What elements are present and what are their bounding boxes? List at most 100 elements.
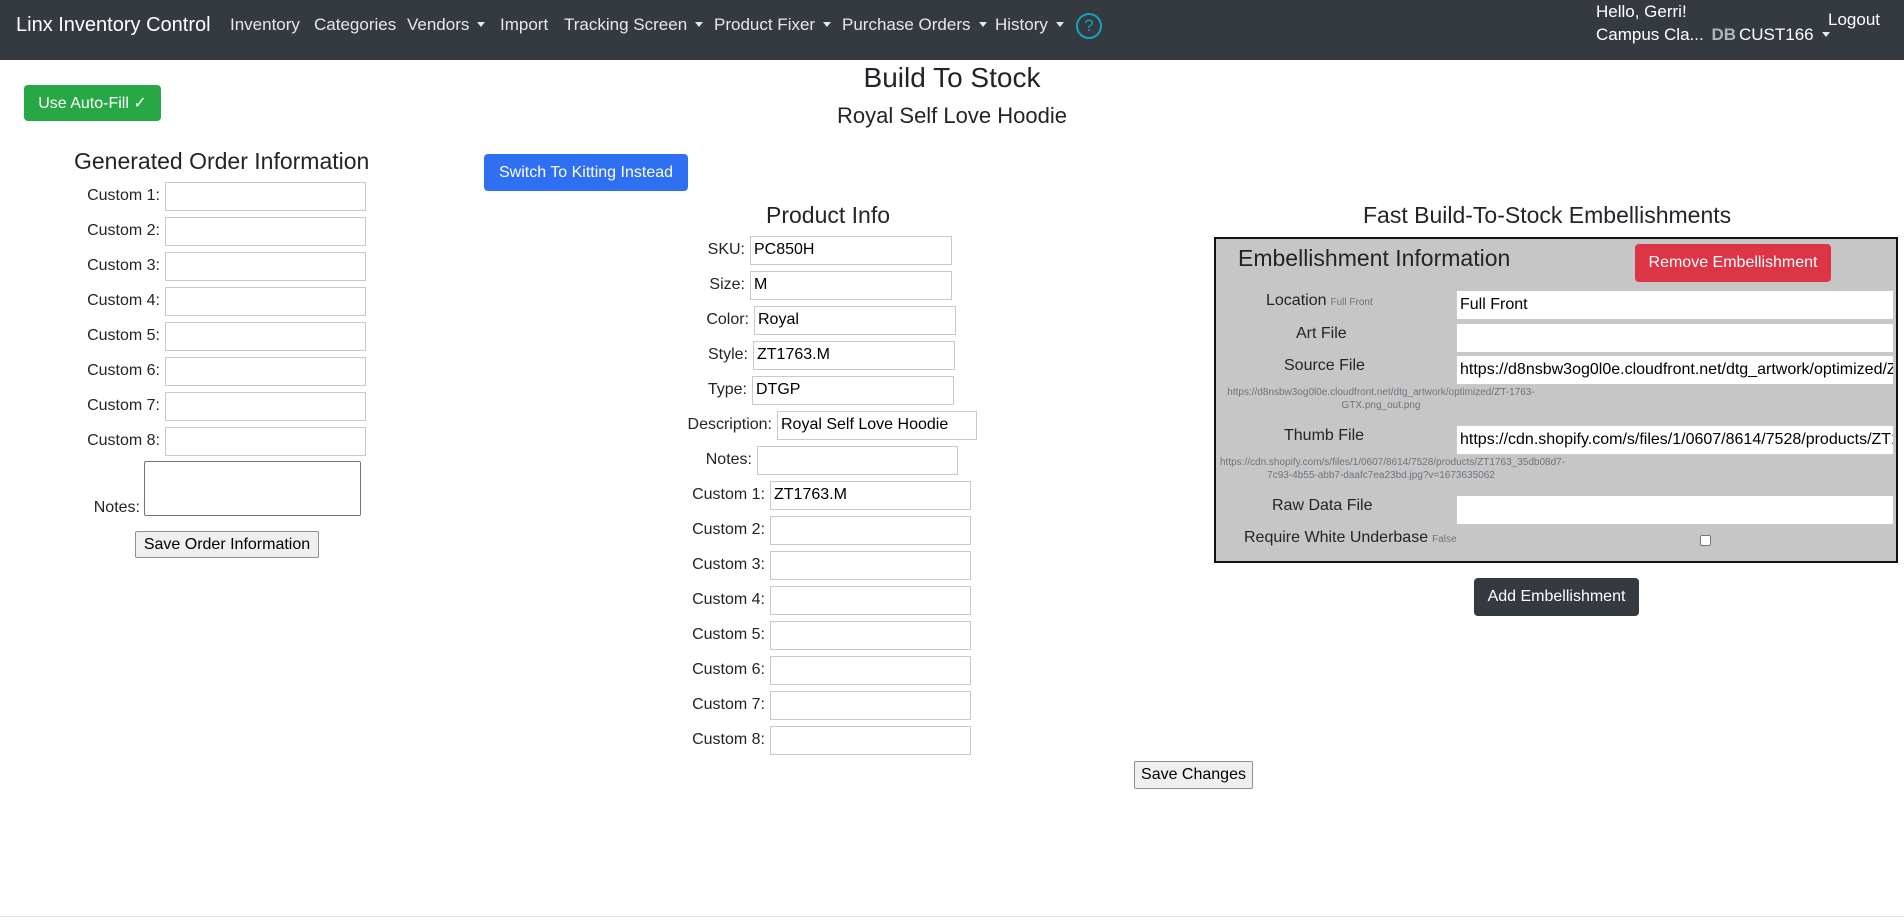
location-label-text: Location [1266, 292, 1327, 309]
save-changes-button[interactable]: Save Changes [1134, 761, 1253, 789]
product-field-label: Custom 3: [692, 556, 765, 573]
product-field-input[interactable]: DTGP [752, 376, 954, 405]
nav-categories[interactable]: Categories [314, 15, 396, 35]
product-field-row: Custom 2: [0, 516, 1000, 546]
product-field-row: Color: Royal [0, 306, 1000, 336]
order-info-title: Generated Order Information [74, 148, 370, 174]
product-field-label: Style: [707, 346, 748, 363]
nav-import[interactable]: Import [500, 15, 548, 35]
product-field-row: Custom 8: [0, 726, 1000, 756]
art-file-input[interactable] [1456, 323, 1894, 353]
product-field-input[interactable] [770, 726, 971, 755]
page-subtitle: Royal Self Love Hoodie [837, 103, 1067, 128]
product-field-row: Custom 7: [0, 691, 1000, 721]
raw-data-file-input[interactable] [1456, 495, 1894, 525]
nav-categories-label: Categories [314, 15, 397, 34]
product-field-row: Custom 5: [0, 621, 1000, 651]
use-autofill-button[interactable]: Use Auto-Fill ✓ [24, 85, 161, 121]
product-field-input[interactable] [770, 656, 971, 685]
product-field-label: Size: [709, 276, 745, 293]
nav-history-dropdown[interactable]: History [995, 15, 1064, 35]
location-input[interactable]: Full Front [1456, 290, 1894, 320]
switch-to-kitting-button[interactable]: Switch To Kitting Instead [484, 154, 688, 191]
product-field-row: Description: Royal Self Love Hoodie [0, 411, 1000, 441]
product-field-label: Custom 8: [692, 731, 765, 748]
nav-vendors-label: Vendors [407, 15, 470, 34]
nav-purchase-orders-dropdown[interactable]: Purchase Orders [842, 15, 987, 35]
help-icon[interactable]: ? [1076, 13, 1102, 39]
white-underbase-current-value: False [1432, 534, 1457, 545]
product-field-input[interactable] [770, 516, 971, 545]
thumb-file-label: Thumb File [1284, 427, 1365, 444]
source-file-input[interactable]: https://d8nsbw3og0l0e.cloudfront.net/dtg… [1456, 355, 1894, 385]
caret-down-icon [823, 22, 832, 27]
embellishments-title: Fast Build-To-Stock Embellishments [1363, 202, 1732, 228]
product-field-row: Type: DTGP [0, 376, 1000, 406]
nav-inventory[interactable]: Inventory [230, 15, 300, 35]
white-underbase-label: Require White Underbase False [1244, 529, 1457, 547]
product-field-label: Notes: [705, 451, 752, 468]
page-title: Build To Stock [863, 62, 1041, 93]
nav-inventory-label: Inventory [230, 15, 300, 34]
top-navbar: Linx Inventory Control Inventory Categor… [0, 0, 1904, 60]
nav-product-fixer-label: Product Fixer [714, 15, 816, 34]
product-field-label: Custom 7: [692, 696, 765, 713]
product-field-input[interactable] [757, 446, 958, 475]
product-field-label: SKU: [707, 241, 745, 258]
thumb-file-input[interactable]: https://cdn.shopify.com/s/files/1/0607/8… [1456, 425, 1894, 455]
order-custom-row: Custom 1: [0, 182, 400, 212]
product-field-input[interactable]: Royal Self Love Hoodie [777, 411, 977, 440]
product-field-input[interactable] [770, 621, 971, 650]
footer-divider [0, 916, 1904, 917]
product-field-input[interactable]: M [750, 271, 952, 300]
product-field-input[interactable]: ZT1763.M [770, 481, 971, 510]
raw-data-file-label: Raw Data File [1272, 497, 1373, 514]
caret-down-icon [978, 22, 987, 27]
nav-history-label: History [995, 15, 1048, 34]
location-current-value: Full Front [1330, 297, 1373, 308]
product-field-label: Color: [706, 311, 749, 328]
add-embellishment-button[interactable]: Add Embellishment [1474, 578, 1639, 616]
db-label: DB [1711, 25, 1736, 44]
order-custom-label: Custom 1: [87, 187, 160, 204]
caret-down-icon [1055, 22, 1064, 27]
product-field-input[interactable]: ZT1763.M [753, 341, 955, 370]
user-greeting: Hello, Gerri! [1596, 2, 1687, 21]
product-field-label: Custom 4: [692, 591, 765, 608]
nav-import-label: Import [500, 15, 549, 34]
source-file-label: Source File [1284, 357, 1365, 374]
order-custom-input[interactable] [165, 182, 366, 211]
remove-embellishment-button[interactable]: Remove Embellishment [1635, 244, 1831, 282]
campus-name: Campus Cla... [1596, 25, 1704, 44]
nav-vendors-dropdown[interactable]: Vendors [407, 15, 486, 35]
product-field-label: Type: [707, 381, 747, 398]
product-field-row: Custom 1: ZT1763.M [0, 481, 1000, 511]
product-field-input[interactable]: Royal [754, 306, 956, 335]
product-field-label: Custom 1: [692, 486, 765, 503]
product-field-row: Custom 4: [0, 586, 1000, 616]
thumb-file-url-note: https://cdn.shopify.com/s/files/1/0607/8… [1220, 457, 1566, 481]
white-underbase-checkbox[interactable] [1700, 535, 1711, 546]
product-field-input[interactable]: PC850H [750, 236, 952, 265]
product-field-row: Size: M [0, 271, 1000, 301]
product-field-row: Custom 6: [0, 656, 1000, 686]
product-field-input[interactable] [770, 691, 971, 720]
source-file-url-note: https://d8nsbw3og0l0e.cloudfront.net/dtg… [1227, 387, 1535, 411]
product-field-input[interactable] [770, 551, 971, 580]
nav-tracking-dropdown[interactable]: Tracking Screen [564, 15, 704, 35]
logout-link[interactable]: Logout [1828, 10, 1880, 30]
product-field-row: Custom 3: [0, 551, 1000, 581]
product-field-row: SKU: PC850H [0, 236, 1000, 266]
nav-product-fixer-dropdown[interactable]: Product Fixer [714, 15, 832, 35]
white-underbase-label-text: Require White Underbase [1244, 529, 1429, 546]
embellishment-panel: Embellishment Information Remove Embelli… [1214, 237, 1898, 563]
brand-link[interactable]: Linx Inventory Control [16, 14, 211, 37]
caret-down-icon [1821, 32, 1830, 37]
product-field-label: Custom 5: [692, 626, 765, 643]
product-field-row: Style: ZT1763.M [0, 341, 1000, 371]
nav-tracking-label: Tracking Screen [564, 15, 688, 34]
product-field-input[interactable] [770, 586, 971, 615]
product-field-label: Description: [687, 416, 772, 433]
campus-selector[interactable]: Campus Cla... DB CUST166 [1596, 25, 1830, 45]
nav-purchase-orders-label: Purchase Orders [842, 15, 971, 34]
